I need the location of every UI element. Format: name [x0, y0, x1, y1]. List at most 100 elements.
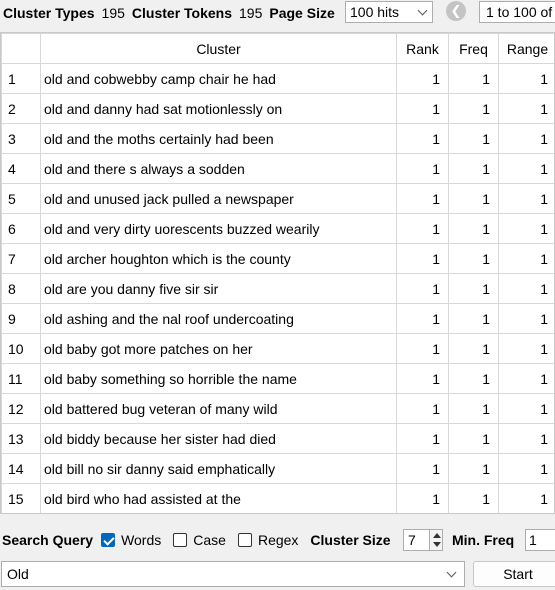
table-row[interactable]: 7 old archer houghton which is the county… — [1, 243, 554, 274]
cluster-cell: old and cobwebby camp chair he had — [40, 63, 397, 94]
prev-page-button[interactable]: ❮ — [446, 1, 466, 21]
page-size-label: Page Size — [269, 5, 335, 21]
range-cell: 1 — [498, 153, 554, 184]
freq-cell: 1 — [448, 243, 499, 274]
row-index-cell: 6 — [1, 213, 41, 244]
table-row[interactable]: 12 old battered bug veteran of many wild 1… — [1, 393, 554, 424]
range-cell: 1 — [498, 363, 554, 394]
rank-cell: 1 — [396, 333, 449, 364]
table-row[interactable]: 8 old are you danny five sir sir 1 1 1 — [1, 273, 554, 304]
table-row[interactable]: 11 old baby something so horrible the nam… — [1, 363, 554, 394]
table-header-row: Cluster Rank Freq Range — [1, 33, 554, 64]
regex-label: Regex — [257, 532, 299, 548]
row-index-cell: 14 — [1, 453, 41, 484]
column-header-range[interactable]: Range — [498, 33, 554, 64]
column-header-rank[interactable]: Rank — [396, 33, 449, 64]
freq-cell: 1 — [448, 153, 499, 184]
table-row[interactable]: 3 old and the moths certainly had been 1 1 1 — [1, 123, 554, 154]
case-checkbox[interactable] — [173, 533, 188, 547]
rank-cell: 1 — [396, 63, 449, 94]
table-row[interactable]: 10 old baby got more patches on her 1 1 1 — [1, 333, 554, 364]
start-button-label: Start — [503, 566, 533, 582]
regex-checkbox[interactable] — [237, 533, 252, 547]
range-cell: 1 — [498, 273, 554, 304]
row-index-cell: 1 — [1, 63, 41, 94]
row-index-cell: 11 — [1, 363, 41, 394]
freq-cell: 1 — [448, 63, 499, 94]
range-cell: 1 — [498, 333, 554, 364]
chevron-down-icon[interactable] — [446, 567, 457, 578]
range-cell: 1 — [498, 123, 554, 154]
row-index-cell: 9 — [1, 303, 41, 334]
caret-up-icon[interactable] — [433, 533, 441, 538]
page-range-field[interactable]: 1 to 100 of — [479, 1, 555, 23]
page-size-value: 100 hits — [350, 4, 400, 20]
rank-cell: 1 — [396, 483, 449, 513]
cluster-cell: old and there s always a sodden — [40, 153, 397, 184]
row-index-cell: 12 — [1, 393, 41, 424]
min-freq-input[interactable]: 1 — [525, 529, 555, 551]
min-freq-label: Min. Freq — [452, 532, 515, 548]
table-row[interactable]: 1 old and cobwebby camp chair he had 1 1 1 — [1, 63, 554, 94]
rank-cell: 1 — [396, 303, 449, 334]
table-row[interactable]: 9 old ashing and the nal roof undercoatin… — [1, 303, 554, 334]
search-options-bar: Search Query Words Case Regex Cluster Si… — [0, 527, 555, 553]
range-cell: 1 — [498, 183, 554, 214]
table-row[interactable] — [2, 514, 555, 515]
cluster-size-label: Cluster Size — [310, 532, 391, 548]
rank-cell: 1 — [396, 423, 449, 454]
cluster-cell: old and unused jack pulled a newspaper — [40, 183, 397, 214]
table-row[interactable]: 15 old bird who had assisted at the 1 1 1 — [1, 483, 554, 513]
rank-cell: 1 — [396, 363, 449, 394]
range-cell: 1 — [498, 393, 554, 424]
rank-cell: 1 — [396, 393, 449, 424]
freq-cell: 1 — [448, 303, 499, 334]
freq-cell: 1 — [448, 183, 499, 214]
row-index-cell: 15 — [1, 483, 41, 513]
freq-cell: 1 — [448, 213, 499, 244]
caret-down-icon[interactable] — [433, 542, 441, 547]
search-query-input[interactable]: Old — [1, 561, 465, 587]
cluster-cell: old and danny had sat motionlessly on — [40, 93, 397, 124]
row-index-cell: 2 — [1, 93, 41, 124]
table-row[interactable]: 14 old bill no sir danny said emphaticall… — [1, 453, 554, 484]
start-button[interactable]: Start — [473, 561, 555, 587]
cluster-cell: old ashing and the nal roof undercoating — [40, 303, 397, 334]
freq-cell: 1 — [448, 123, 499, 154]
rank-cell: 1 — [396, 273, 449, 304]
cluster-cell: old baby got more patches on her — [40, 333, 397, 364]
cluster-cell: old biddy because her sister had died — [40, 423, 397, 454]
page-size-select[interactable]: 100 hits — [345, 1, 433, 23]
rank-cell: 1 — [396, 183, 449, 214]
page-range-text: 1 to 100 of — [486, 4, 553, 20]
cluster-types-label: Cluster Types — [3, 5, 95, 21]
cluster-cell: old bill no sir danny said emphatically — [40, 453, 397, 484]
range-cell — [499, 514, 555, 515]
column-header-freq[interactable]: Freq — [448, 33, 499, 64]
range-cell: 1 — [498, 93, 554, 124]
results-table[interactable]: Cluster Rank Freq Range 1 old and cobwebb… — [0, 32, 555, 514]
cluster-cell: old and very dirty uorescents buzzed wea… — [40, 213, 397, 244]
row-index-cell: 5 — [1, 183, 41, 214]
cluster-cell: old bird who had assisted at the — [40, 483, 397, 513]
row-index-cell: 7 — [1, 243, 41, 274]
table-row[interactable]: 4 old and there s always a sodden 1 1 1 — [1, 153, 554, 184]
chevron-down-icon — [417, 5, 428, 16]
row-index-cell: 13 — [1, 423, 41, 454]
stepper-buttons[interactable] — [429, 530, 442, 550]
rank-cell: 1 — [396, 213, 449, 244]
freq-cell — [449, 514, 499, 515]
words-checkbox[interactable] — [101, 533, 116, 547]
table-row[interactable]: 6 old and very dirty uorescents buzzed we… — [1, 213, 554, 244]
table-row[interactable]: 13 old biddy because her sister had died 1… — [1, 423, 554, 454]
freq-cell: 1 — [448, 363, 499, 394]
cluster-cell: old archer houghton which is the county — [40, 243, 397, 274]
cluster-size-stepper[interactable]: 7 — [403, 529, 443, 551]
table-row[interactable]: 2 old and danny had sat motionlessly on 1 1… — [1, 93, 554, 124]
freq-cell: 1 — [448, 483, 499, 513]
column-header-index — [1, 33, 41, 64]
table-row[interactable]: 5 old and unused jack pulled a newspaper 1… — [1, 183, 554, 214]
range-cell: 1 — [498, 483, 554, 513]
row-index-cell — [2, 514, 41, 515]
column-header-cluster[interactable]: Cluster — [40, 33, 397, 64]
